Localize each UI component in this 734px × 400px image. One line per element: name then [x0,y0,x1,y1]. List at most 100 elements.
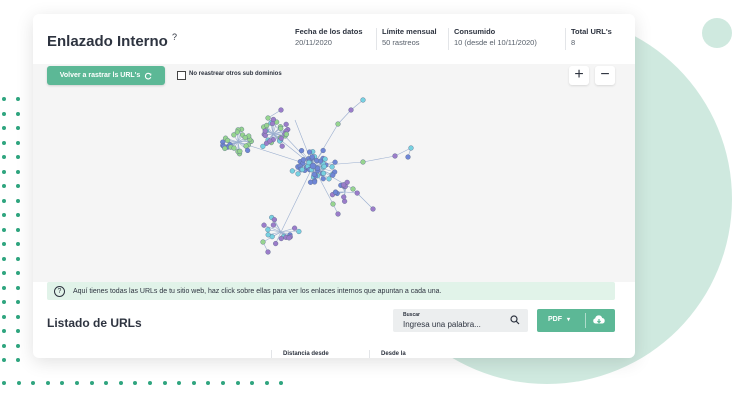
column-header-from[interactable]: Desde la [381,351,406,357]
graph-node[interactable] [264,122,270,129]
graph-node[interactable] [261,222,267,228]
stat-total-urls: Total URL's 8 [571,27,612,47]
graph-node[interactable] [283,131,290,137]
info-banner: ? Aquí tienes todas las URLs de tu sitio… [47,282,615,300]
graph-node[interactable] [245,147,251,154]
graph-node[interactable] [299,167,305,173]
decor-dot [2,329,6,333]
graph-node[interactable] [273,240,279,247]
graph-node[interactable] [278,135,284,141]
button-divider [585,313,586,328]
graph-node[interactable] [242,134,248,141]
graph-node[interactable] [354,190,360,196]
graph-node[interactable] [321,163,327,170]
graph-node[interactable] [370,206,376,212]
pdf-export-button[interactable]: PDF ▾ [537,309,615,332]
graph-node[interactable] [278,125,284,132]
graph-node[interactable] [348,107,354,113]
graph-node[interactable] [330,172,336,178]
graph-node[interactable] [296,228,302,235]
graph-node[interactable] [231,145,237,151]
stat-divider [448,28,449,50]
graph-node[interactable] [270,222,276,228]
graph-node[interactable] [408,145,414,151]
column-header-distance[interactable]: Distancia desde [283,351,329,357]
graph-node[interactable] [237,148,243,154]
decor-dot [16,343,20,348]
graph-node[interactable] [309,154,315,160]
graph-node[interactable] [265,249,271,255]
graph-node[interactable] [300,157,306,163]
graph-node[interactable] [265,227,271,233]
link-graph-area[interactable] [33,64,635,282]
graph-node[interactable] [292,225,298,231]
graph-node[interactable] [298,148,305,154]
recrawl-button[interactable]: Volver a rastrar ls URL's [47,66,165,85]
graph-node[interactable] [262,128,268,134]
graph-node[interactable] [265,115,271,121]
decor-dot [16,285,20,290]
graph-node[interactable] [320,147,326,154]
graph-node[interactable] [405,154,411,160]
graph-node[interactable] [262,132,268,139]
decor-dot [221,381,225,385]
graph-node[interactable] [350,186,356,192]
graph-node[interactable] [307,179,314,185]
graph-node[interactable] [289,168,295,174]
search-input[interactable]: Buscar Ingresa una palabra... [393,309,528,332]
graph-node[interactable] [279,143,285,149]
graph-node[interactable] [335,121,341,127]
search-icon[interactable] [510,315,520,325]
graph-node[interactable] [332,189,339,195]
graph-node[interactable] [309,162,317,170]
decor-dot [2,97,6,101]
graph-node[interactable] [320,170,327,176]
graph-node[interactable] [360,97,366,103]
decor-dot [16,256,20,261]
zoom-out-button[interactable]: − [595,66,615,85]
graph-node[interactable] [222,145,228,152]
graph-node[interactable] [243,143,249,149]
graph-node[interactable] [283,121,289,127]
graph-node[interactable] [341,182,347,188]
graph-node[interactable] [329,164,335,170]
internal-linking-card: Enlazado Interno ? Fecha de los datos 20… [33,14,635,358]
graph-node[interactable] [225,137,231,144]
graph-node[interactable] [306,149,313,155]
graph-node[interactable] [278,235,284,242]
graph-node[interactable] [295,171,301,177]
graph-node[interactable] [392,153,398,159]
graph-node[interactable] [335,211,341,217]
graph-node[interactable] [234,129,240,135]
graph-node[interactable] [342,198,348,204]
graph-node[interactable] [270,116,277,123]
refresh-icon [145,72,152,79]
help-icon[interactable]: ? [172,32,177,42]
graph-node[interactable] [326,176,332,182]
zoom-in-button[interactable]: + [569,66,589,85]
stat-divider [376,28,377,50]
graph-node[interactable] [313,157,320,164]
graph-node[interactable] [332,159,338,165]
graph-node[interactable] [320,176,326,182]
decor-dot [206,381,211,385]
stat-divider [565,28,566,50]
graph-node[interactable] [322,156,328,162]
graph-node[interactable] [330,201,336,207]
cloud-download-icon[interactable] [592,314,606,326]
no-subdomains-label: No reastrear otros sub dominios [189,71,282,77]
graph-node[interactable] [267,138,273,144]
graph-node[interactable] [311,171,317,177]
graph-node[interactable] [260,143,266,149]
decor-dot [2,213,6,217]
graph-node[interactable] [278,107,284,113]
graph-node[interactable] [286,235,292,241]
graph-node[interactable] [265,232,271,238]
graph-node[interactable] [341,194,347,200]
graph-node[interactable] [260,239,266,245]
graph-node[interactable] [360,159,366,165]
graph-node[interactable] [271,217,277,223]
link-graph[interactable] [33,64,635,282]
decor-dot [148,381,152,385]
no-subdomains-checkbox[interactable] [177,71,186,80]
